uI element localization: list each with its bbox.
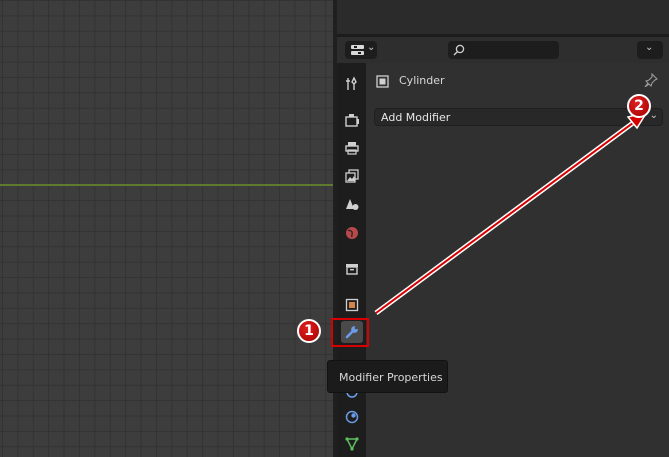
world-globe-icon: [346, 227, 358, 239]
chevron-down-icon: ⌄: [367, 42, 376, 53]
tooltip: Modifier Properties: [327, 360, 448, 393]
tab-tool[interactable]: [341, 73, 363, 95]
search-icon: [453, 44, 465, 56]
options-dropdown[interactable]: ⌄: [637, 41, 663, 59]
tab-object[interactable]: [341, 294, 363, 316]
tab-output[interactable]: [341, 137, 363, 159]
tool-icon: [346, 76, 357, 90]
modifier-properties-panel: Cylinder Add Modifier ⌄: [366, 63, 669, 457]
properties-tab-strip: [337, 63, 366, 457]
callout-badge-1: 1: [297, 319, 321, 343]
callout-badge-2: 2: [627, 94, 651, 118]
pin-icon[interactable]: [644, 73, 658, 87]
callout-highlight-box: [331, 318, 369, 347]
3d-viewport[interactable]: [0, 0, 335, 457]
chevron-down-icon: ⌄: [645, 42, 654, 53]
outliner-area[interactable]: [337, 0, 669, 34]
tab-view-layer[interactable]: [341, 165, 363, 187]
search-input[interactable]: [448, 41, 559, 59]
object-icon: [345, 298, 359, 312]
editor-type-dropdown[interactable]: ⌄: [345, 41, 377, 59]
tab-scene[interactable]: [341, 193, 363, 215]
tab-data[interactable]: [341, 433, 363, 455]
mesh-data-icon: [345, 437, 359, 451]
constraints-icon: [345, 410, 359, 424]
add-modifier-label: Add Modifier: [381, 111, 451, 124]
x-axis-line: [0, 184, 335, 186]
view-layer-icon: [345, 169, 359, 183]
tab-collection[interactable]: [341, 258, 363, 280]
render-camera-icon: [345, 114, 359, 127]
tab-world[interactable]: [341, 222, 363, 244]
collection-box-icon: [346, 264, 358, 275]
object-icon: [376, 75, 389, 88]
properties-editor-icon: [351, 45, 364, 55]
add-modifier-dropdown[interactable]: Add Modifier ⌄: [374, 108, 663, 126]
properties-header: ⌄ ⌄: [337, 37, 669, 63]
tab-render[interactable]: [341, 109, 363, 131]
scene-icon: [346, 199, 359, 210]
tooltip-text: Modifier Properties: [339, 371, 443, 384]
object-name: Cylinder: [399, 74, 445, 87]
chevron-down-icon: ⌄: [649, 110, 658, 121]
tab-constraints[interactable]: [341, 406, 363, 428]
printer-icon: [345, 142, 359, 155]
